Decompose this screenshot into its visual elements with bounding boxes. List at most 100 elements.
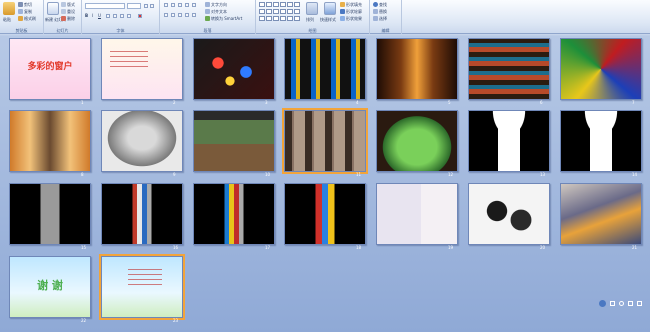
cut-button[interactable]: 剪切 (18, 2, 32, 7)
shape-gallery-item[interactable] (287, 16, 293, 21)
slides-group: 新建 幻灯片 版式 重设 删除 幻灯片 (44, 0, 82, 34)
slide-thumbnail[interactable] (193, 38, 275, 100)
increase-indent-icon[interactable] (185, 3, 189, 7)
slide-thumbnail[interactable] (560, 110, 642, 172)
reset-button[interactable]: 重设 (61, 9, 75, 14)
shape-outline-button[interactable]: 形状轮廓 (340, 9, 362, 14)
shape-gallery-item[interactable] (294, 9, 300, 14)
drawing-group-label: 绘图 (308, 28, 317, 33)
slide-thumbnail[interactable] (284, 183, 366, 245)
arrange-icon[interactable] (306, 2, 318, 15)
format-painter-button[interactable]: 格式刷 (18, 16, 36, 21)
columns-icon[interactable] (192, 13, 196, 17)
quick-styles-button[interactable]: 快速样式 (320, 17, 336, 22)
align-center-icon[interactable] (171, 13, 175, 17)
find-button[interactable]: 查找 (373, 2, 387, 7)
decrease-indent-icon[interactable] (178, 3, 182, 7)
shape-fill-button[interactable]: 形状填充 (340, 2, 362, 7)
shrink-font-icon[interactable] (150, 4, 154, 8)
bold-button[interactable]: B (85, 13, 88, 18)
numbering-icon[interactable] (171, 3, 175, 7)
slide-thumbnail[interactable] (193, 110, 275, 172)
align-left-icon[interactable] (164, 13, 168, 17)
copy-button[interactable]: 复制 (18, 9, 32, 14)
text-direction-icon (205, 2, 210, 7)
slide-thumbnail[interactable] (468, 110, 550, 172)
slide-thumbnail[interactable] (560, 38, 642, 100)
paste-icon[interactable] (3, 2, 15, 15)
slide-thumbnail[interactable] (9, 110, 91, 172)
shape-gallery-item[interactable] (273, 16, 279, 21)
help-icon[interactable] (619, 301, 624, 306)
underline-button[interactable]: U (98, 13, 101, 18)
slide-thumbnail[interactable] (468, 38, 550, 100)
shape-gallery-item[interactable] (273, 9, 279, 14)
quick-styles-label: 快速样式 (320, 17, 336, 22)
quick-styles-icon[interactable] (324, 2, 336, 15)
text-line (128, 269, 162, 270)
align-text-button[interactable]: 对齐文本 (205, 9, 227, 14)
shape-gallery-item[interactable] (294, 16, 300, 21)
slide-thumbnail[interactable] (560, 183, 642, 245)
arrange-button[interactable]: 排列 (306, 17, 314, 22)
shape-gallery-item[interactable] (294, 2, 300, 7)
slide-thumbnail[interactable] (193, 183, 275, 245)
align-right-icon[interactable] (178, 13, 182, 17)
slide-thumbnail[interactable] (468, 183, 550, 245)
bullets-icon[interactable] (164, 3, 168, 7)
shape-gallery-item[interactable] (259, 16, 265, 21)
shape-gallery-item[interactable] (259, 9, 265, 14)
italic-button[interactable]: I (92, 13, 93, 18)
font-name-combo[interactable] (85, 3, 125, 9)
format-painter-label: 格式刷 (24, 16, 36, 21)
replace-label: 替换 (379, 9, 387, 14)
text-direction-button[interactable]: 文字方向 (205, 2, 227, 7)
strikethrough-icon[interactable] (106, 14, 110, 18)
shape-gallery-item[interactable] (287, 9, 293, 14)
pen-status-icon[interactable] (610, 301, 615, 306)
slide-thumbnail[interactable] (282, 108, 368, 174)
slide-thumbnail[interactable] (284, 38, 366, 100)
shape-effects-button[interactable]: 形状效果 (340, 16, 362, 21)
font-color-icon[interactable] (138, 14, 142, 18)
shape-gallery-item[interactable] (259, 2, 265, 7)
slide-thumbnail[interactable] (101, 38, 183, 100)
shape-gallery-item[interactable] (287, 2, 293, 7)
shape-gallery-item[interactable] (266, 2, 272, 7)
paste-button[interactable]: 粘贴 (3, 17, 11, 22)
slide-thumbnail[interactable] (376, 183, 458, 245)
font-size-combo[interactable] (127, 3, 141, 9)
justify-icon[interactable] (185, 13, 189, 17)
smartart-button[interactable]: 转换为 SmartArt (205, 16, 242, 21)
slide-thumbnail[interactable] (9, 183, 91, 245)
slide-thumbnail[interactable] (376, 110, 458, 172)
shape-gallery-item[interactable] (266, 16, 272, 21)
shape-gallery-item[interactable] (280, 9, 286, 14)
spacing-icon[interactable] (120, 14, 124, 18)
delete-button[interactable]: 删除 (61, 16, 75, 21)
slide-thumbnail[interactable] (101, 110, 183, 172)
change-case-icon[interactable] (127, 14, 131, 18)
shape-gallery-item[interactable] (280, 2, 286, 7)
view-icon[interactable] (628, 301, 633, 306)
slide-number: 7 (632, 100, 635, 105)
zoom-icon[interactable] (599, 300, 606, 307)
shadow-icon[interactable] (113, 14, 117, 18)
shape-gallery-item[interactable] (273, 2, 279, 7)
brush-icon (18, 16, 23, 21)
line-spacing-icon[interactable] (192, 3, 196, 7)
replace-button[interactable]: 替换 (373, 9, 387, 14)
shape-gallery-item[interactable] (266, 9, 272, 14)
select-button[interactable]: 选择 (373, 16, 387, 21)
new-slide-icon[interactable] (47, 2, 59, 15)
slide-thumbnail[interactable]: 谢 谢 (9, 256, 91, 318)
fit-icon[interactable] (637, 301, 642, 306)
slide-thumbnail[interactable] (376, 38, 458, 100)
grow-font-icon[interactable] (144, 4, 148, 8)
slide-thumbnail[interactable] (101, 183, 183, 245)
layout-button[interactable]: 版式 (61, 2, 75, 7)
slide-thumbnail[interactable] (99, 254, 185, 320)
slide-number: 5 (448, 100, 451, 105)
shape-gallery-item[interactable] (280, 16, 286, 21)
slide-thumbnail[interactable]: 多彩的窗户 (9, 38, 91, 100)
